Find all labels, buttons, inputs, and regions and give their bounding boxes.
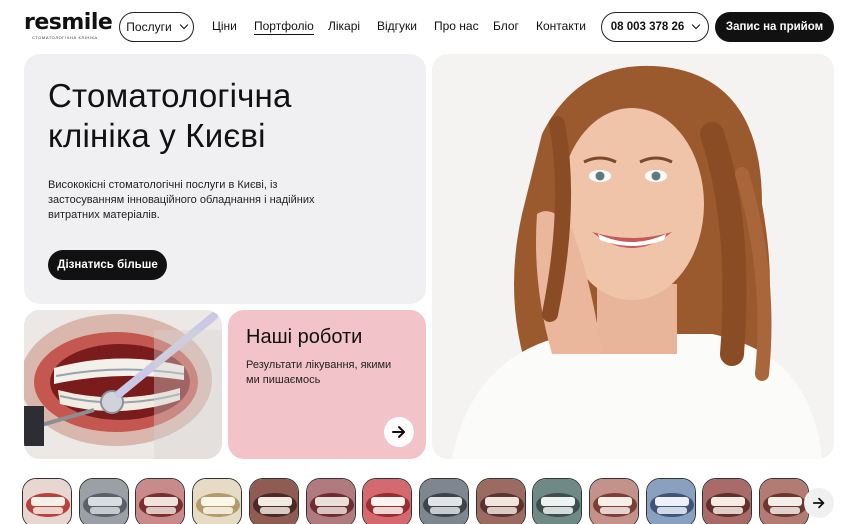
nav-link-doctors[interactable]: Лікарі: [328, 19, 360, 33]
portfolio-thumbnail[interactable]: [532, 478, 583, 524]
portfolio-thumbnail[interactable]: [645, 478, 696, 524]
hero-title-line1: Стоматологічна: [48, 77, 292, 114]
our-works-card[interactable]: Наші роботи Результати лікування, якими …: [228, 310, 426, 459]
book-appointment-button[interactable]: Запис на прийом: [715, 12, 834, 42]
phone-number: 08 003 378 26: [610, 21, 685, 33]
portfolio-thumbnail[interactable]: [759, 478, 810, 524]
portfolio-thumbnail[interactable]: [362, 478, 413, 524]
arrow-right-icon: [392, 426, 405, 438]
works-arrow-button[interactable]: [384, 417, 414, 447]
hero-title-line2: клініка у Києві: [48, 117, 266, 154]
nav-link-prices[interactable]: Ціни: [212, 19, 237, 33]
services-label: Послуги: [126, 20, 172, 34]
phone-dropdown[interactable]: 08 003 378 26: [601, 12, 709, 42]
works-title: Наші роботи: [246, 326, 363, 348]
nav-link-about[interactable]: Про нас: [434, 19, 479, 33]
learn-more-button[interactable]: Дізнатись більше: [48, 250, 167, 280]
hero-description: Висококісні стоматологічні послуги в Киє…: [48, 179, 315, 221]
site-header: resmile стоматологічна клініка Послуги Ц…: [0, 0, 858, 54]
dental-braces-photo: [24, 310, 222, 459]
portfolio-thumbnails: [22, 478, 822, 524]
hero-title: Стоматологічна клініка у Києві: [48, 76, 368, 156]
nav-link-reviews[interactable]: Відгуки: [377, 19, 417, 33]
nav-link-portfolio[interactable]: Портфоліо: [254, 19, 314, 35]
hero-card: Стоматологічна клініка у Києві Висококіс…: [24, 54, 426, 304]
portfolio-thumbnail[interactable]: [135, 478, 186, 524]
portfolio-thumbnail[interactable]: [702, 478, 753, 524]
services-dropdown[interactable]: Послуги: [119, 12, 194, 42]
portfolio-thumbnail[interactable]: [248, 478, 299, 524]
portfolio-thumbnail[interactable]: [192, 478, 243, 524]
arrow-right-icon: [812, 497, 825, 509]
nav-link-blog[interactable]: Блог: [493, 19, 519, 33]
portfolio-thumbnail[interactable]: [418, 478, 469, 524]
smiling-woman-photo: [432, 54, 834, 459]
logo-subtitle: стоматологічна клініка: [32, 35, 98, 40]
works-description: Результати лікування, якими ми пишаємось: [246, 359, 392, 386]
portfolio-thumbnail[interactable]: [589, 478, 639, 524]
portfolio-thumbnail[interactable]: [305, 478, 356, 524]
thumbnails-next-button[interactable]: [804, 488, 834, 518]
nav-link-contacts[interactable]: Контакти: [536, 19, 586, 33]
logo[interactable]: resmile стоматологічна клініка: [24, 10, 113, 42]
portfolio-thumbnail[interactable]: [475, 478, 526, 524]
portfolio-thumbnail[interactable]: [22, 478, 72, 524]
chevron-down-icon: [179, 20, 188, 30]
logo-text: resmile: [24, 10, 113, 35]
portfolio-thumbnail[interactable]: [78, 478, 129, 524]
chevron-down-icon: [692, 20, 701, 30]
